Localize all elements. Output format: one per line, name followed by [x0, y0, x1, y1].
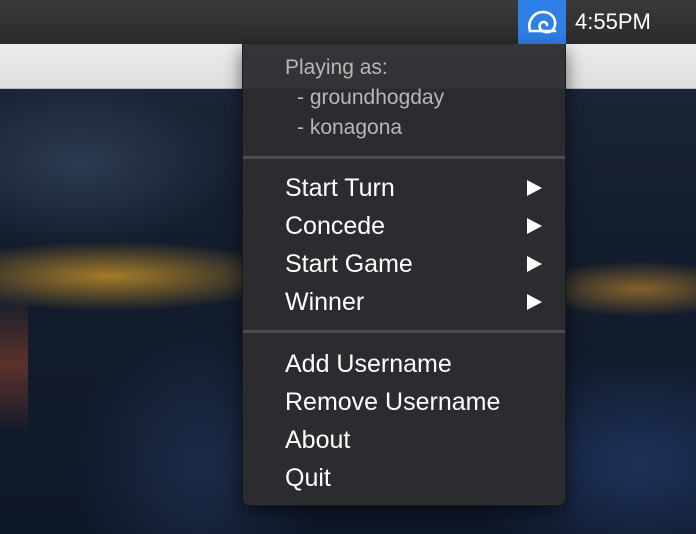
menu-bar-clock: 4:55PM: [575, 9, 651, 34]
menu-item-about[interactable]: About: [243, 421, 565, 459]
menu-item-label: Winner: [285, 288, 365, 316]
player-username: - konagona: [297, 116, 403, 139]
menu-bar: 4:55PM: [0, 0, 696, 44]
triangle-right-icon: [525, 207, 543, 245]
triangle-right-icon: [525, 245, 543, 283]
menu-item-remove-username[interactable]: Remove Username: [243, 383, 565, 421]
menu-item-add-username[interactable]: Add Username: [243, 345, 565, 383]
game-actions-section: Start Turn Concede Start Game Winner: [243, 169, 565, 321]
app-actions-section: Add Username Remove Username About Quit: [243, 345, 565, 497]
status-bar-app-button[interactable]: [518, 0, 566, 44]
menu-item-start-turn[interactable]: Start Turn: [243, 169, 565, 207]
menu-item-start-game[interactable]: Start Game: [243, 245, 565, 283]
status-dropdown-menu: Playing as: - groundhogday - konagona St…: [242, 44, 566, 506]
menu-item-label: Concede: [285, 212, 386, 240]
menu-item-label: Start Game: [285, 250, 413, 278]
menu-item-winner[interactable]: Winner: [243, 283, 565, 321]
playing-as-section: Playing as: - groundhogday - konagona: [243, 53, 565, 143]
menu-item-concede[interactable]: Concede: [243, 207, 565, 245]
player-username: - groundhogday: [297, 86, 445, 109]
swirl-app-icon: [528, 10, 557, 34]
menu-divider: [243, 330, 565, 333]
triangle-right-icon: [525, 283, 543, 321]
menu-divider: [243, 156, 565, 159]
playing-as-label: Playing as:: [285, 56, 388, 79]
triangle-right-icon: [525, 169, 543, 207]
menu-item-quit[interactable]: Quit: [243, 459, 565, 497]
background-blur-accent: [0, 294, 28, 434]
menu-item-label: Start Turn: [285, 174, 395, 202]
